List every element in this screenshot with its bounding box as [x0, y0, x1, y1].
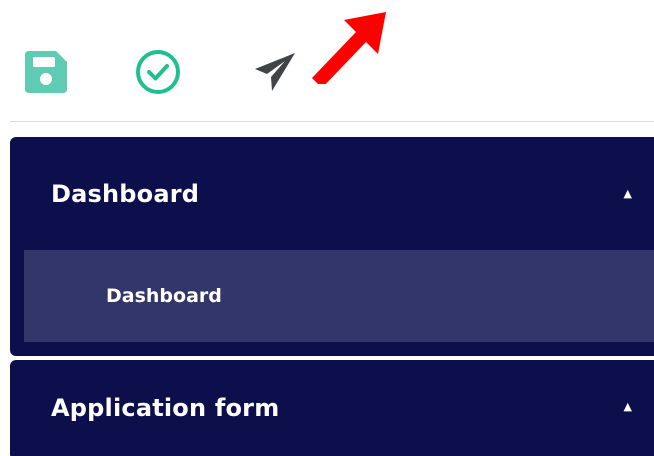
chevron-up-icon: ▲	[623, 187, 632, 200]
sidebar-menu: Dashboard ▲ Dashboard Application form ▲	[10, 137, 654, 456]
app-page: Dashboard ▲ Dashboard Application form ▲	[0, 0, 654, 456]
menu-item-dashboard[interactable]: Dashboard	[24, 250, 654, 342]
send-button[interactable]	[250, 48, 298, 96]
menu-section-application-form: Application form ▲	[10, 360, 654, 456]
send-icon	[255, 53, 295, 91]
menu-item-label: Dashboard	[106, 285, 222, 307]
section-header-application-form[interactable]: Application form ▲	[10, 360, 654, 456]
save-button[interactable]	[22, 48, 70, 96]
section-body-dashboard: Dashboard	[10, 250, 654, 356]
save-icon	[25, 51, 67, 93]
toolbar	[0, 0, 654, 122]
section-title: Application form	[51, 394, 280, 422]
section-title: Dashboard	[51, 179, 200, 208]
check-circle-icon	[136, 50, 180, 94]
toolbar-divider	[10, 121, 654, 122]
section-header-dashboard[interactable]: Dashboard ▲	[10, 137, 654, 250]
menu-section-dashboard: Dashboard ▲ Dashboard	[10, 137, 654, 356]
approve-button[interactable]	[134, 48, 182, 96]
chevron-up-icon: ▲	[623, 400, 632, 413]
annotation-arrow-icon	[312, 12, 386, 84]
